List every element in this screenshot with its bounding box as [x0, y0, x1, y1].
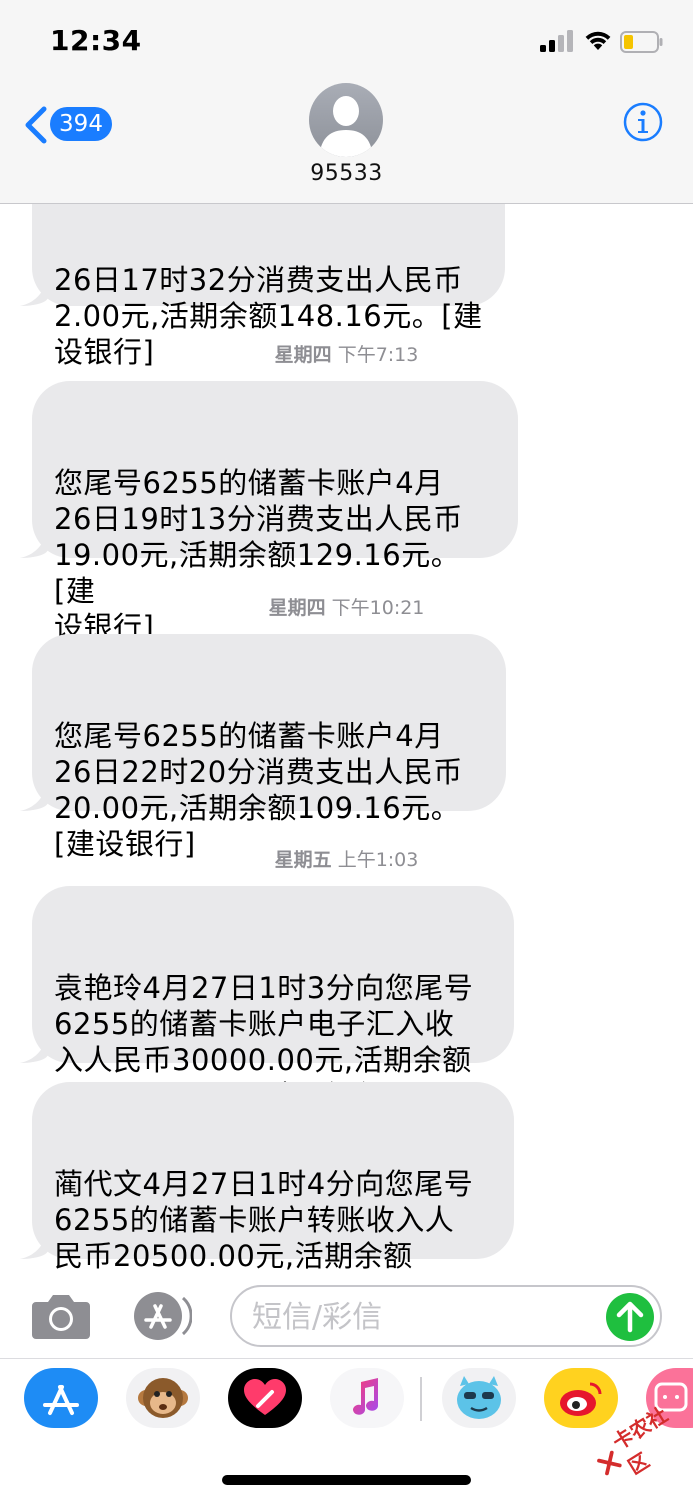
wifi-icon [585, 31, 611, 50]
person-silhouette-icon [319, 96, 373, 157]
bubble-tail [20, 1229, 48, 1259]
back-chevron-icon[interactable] [22, 105, 52, 145]
bubble-tail [20, 528, 48, 558]
message-bubble[interactable]: 您尾号6255的储蓄卡账户4月 26日22时20分消费支出人民币 20.00元,… [20, 634, 506, 861]
message-bubble[interactable]: 26日17时32分消费支出人民币 2.00元,活期余额148.16元。[建 设银… [20, 204, 505, 369]
timestamp-day: 星期四 [268, 597, 326, 619]
message-list[interactable]: 26日17时32分消费支出人民币 2.00元,活期余额148.16元。[建 设银… [0, 204, 693, 1276]
timestamp: 星期四 下午7:13 [0, 340, 693, 367]
message-input-field[interactable] [230, 1285, 662, 1347]
bubble-tail [20, 276, 48, 306]
weibo-icon[interactable] [544, 1368, 618, 1428]
monster-sticker-icon[interactable] [442, 1368, 516, 1428]
bubble-tail [20, 1033, 48, 1063]
timestamp-time: 上午1:03 [337, 849, 419, 871]
app-store-button-icon[interactable] [130, 1291, 192, 1341]
message-bubble[interactable]: 您尾号6255的储蓄卡账户4月 26日19时13分消费支出人民币 19.00元,… [20, 381, 518, 644]
message-text: 蔺代文4月27日1时4分向您尾号 6255的储蓄卡账户转账收入人 民币20500… [54, 1167, 474, 1276]
contact-name[interactable]: 95533 [0, 161, 693, 186]
timestamp: 星期四 下午10:21 [0, 593, 693, 620]
camera-icon[interactable] [30, 1292, 92, 1340]
status-bar: 12:34 [0, 0, 693, 80]
timestamp-time: 下午7:13 [337, 344, 419, 366]
message-composer [0, 1276, 693, 1358]
timestamp-day: 星期五 [274, 849, 332, 871]
unread-count-badge[interactable]: 394 [50, 107, 112, 141]
bubble-tail [20, 781, 48, 811]
digital-touch-heart-icon[interactable] [228, 1368, 302, 1428]
timestamp: 星期五 上午1:03 [0, 845, 693, 872]
message-text: 您尾号6255的储蓄卡账户4月 26日22时20分消费支出人民币 20.00元,… [54, 719, 463, 861]
conversation-header: 394 95533 [0, 80, 693, 204]
timestamp-day: 星期四 [274, 344, 332, 366]
send-button[interactable] [606, 1293, 654, 1341]
contact-avatar[interactable] [309, 83, 383, 157]
message-bubble[interactable]: 蔺代文4月27日1时4分向您尾号 6255的储蓄卡账户转账收入人 民币20500… [20, 1082, 514, 1276]
animoji-monkey-icon[interactable] [126, 1368, 200, 1428]
imessage-app-drawer [0, 1358, 693, 1441]
arrow-up-icon [616, 1301, 644, 1333]
drawer-divider [420, 1377, 422, 1421]
app-store-icon[interactable] [24, 1368, 98, 1428]
status-time: 12:34 [50, 24, 142, 57]
timestamp-time: 下午10:21 [331, 597, 425, 619]
battery-icon [620, 31, 663, 53]
info-icon[interactable] [623, 102, 663, 142]
music-icon[interactable] [330, 1368, 404, 1428]
home-indicator[interactable] [222, 1475, 471, 1485]
cellular-signal-icon [540, 30, 573, 52]
message-input[interactable] [250, 1295, 594, 1339]
message-bubble[interactable]: 袁艳玲4月27日1时3分向您尾号 6255的储蓄卡账户电子汇入收 入人民币300… [20, 886, 514, 1113]
